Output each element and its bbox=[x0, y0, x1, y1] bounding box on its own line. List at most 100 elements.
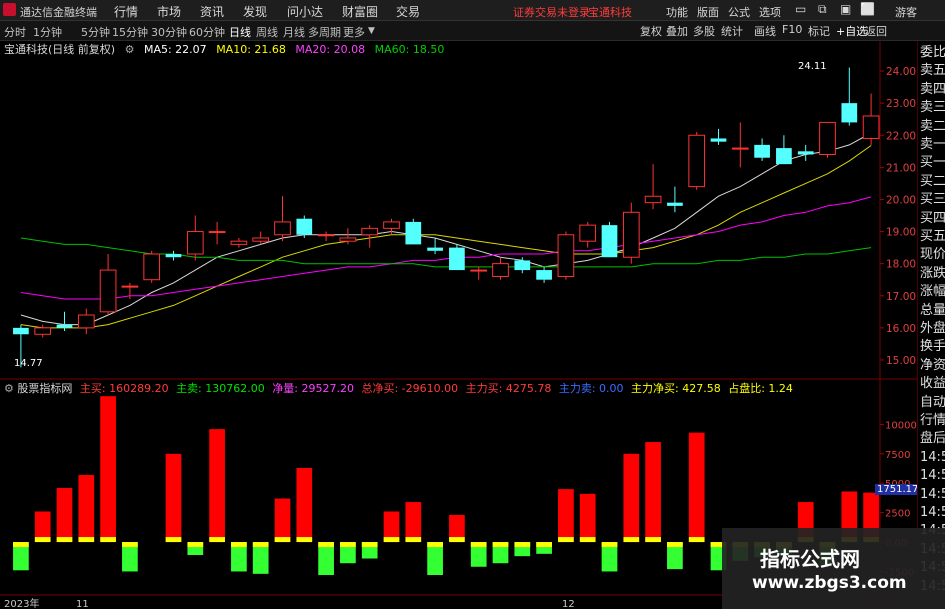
vol-bar-cap bbox=[427, 542, 443, 548]
tab-1min[interactable]: 1分钟 bbox=[33, 24, 62, 40]
side-panel-item[interactable]: 卖三 bbox=[920, 100, 945, 115]
menu-jiaoyi[interactable]: 交易 bbox=[396, 3, 420, 20]
ma-line-ma10 bbox=[20, 145, 872, 329]
indicator-header: ⚙ 股票指标网 主买: 160289.20 主卖: 130762.00 净量: … bbox=[0, 380, 900, 395]
draw-button[interactable]: 画线 bbox=[752, 23, 778, 39]
vol-bar-cap bbox=[187, 542, 204, 548]
side-panel-item[interactable]: 买五 bbox=[920, 229, 945, 244]
menu-gongneng[interactable]: 功能 bbox=[666, 4, 688, 20]
menu-wenxiaoda[interactable]: 问小达 bbox=[287, 3, 323, 20]
vol-bar-up bbox=[78, 475, 95, 543]
menu-xuanxiang[interactable]: 选项 bbox=[759, 4, 781, 20]
expand-icon[interactable]: ⬜ bbox=[860, 2, 875, 16]
side-panel-item[interactable]: 卖五 bbox=[920, 63, 945, 78]
indicator-name: 股票指标网 bbox=[17, 382, 73, 395]
side-panel-item[interactable]: 买四 bbox=[920, 211, 945, 226]
menu-banmian[interactable]: 版面 bbox=[697, 4, 719, 20]
side-panel-item[interactable]: 涨幅 bbox=[920, 284, 945, 299]
side-panel-item[interactable]: 净资 bbox=[920, 358, 945, 373]
tab-fenshi[interactable]: 分时 bbox=[4, 24, 26, 40]
mark-button[interactable]: 标记 bbox=[806, 23, 832, 39]
side-panel-item[interactable]: 14:50 bbox=[920, 450, 945, 465]
price-tick-label: 16.00 bbox=[886, 323, 916, 335]
menu-shichang[interactable]: 市场 bbox=[157, 3, 181, 20]
side-panel-item[interactable]: 卖二 bbox=[920, 119, 945, 134]
candle-body-up bbox=[383, 221, 400, 229]
tab-monthly[interactable]: 月线 bbox=[283, 24, 305, 40]
vol-bar-up bbox=[579, 493, 596, 543]
candle-body-up bbox=[579, 224, 597, 242]
main-force-net: 主力净买: 427.58 bbox=[631, 382, 721, 395]
vol-bar-up bbox=[100, 396, 116, 543]
vol-bar-cap bbox=[536, 542, 552, 548]
price-tick-label: 22.00 bbox=[886, 130, 916, 142]
candle-body-down bbox=[536, 270, 552, 280]
side-panel-item[interactable]: 委比 bbox=[920, 45, 945, 60]
menu-guest[interactable]: 游客 bbox=[895, 4, 917, 20]
vol-bar-cap bbox=[78, 537, 95, 543]
tab-5min[interactable]: 5分钟 bbox=[81, 24, 110, 40]
back-button[interactable]: 返回 bbox=[863, 23, 889, 39]
menu-zixun[interactable]: 资讯 bbox=[200, 3, 224, 20]
side-panel-item[interactable]: 外盘 bbox=[920, 321, 945, 336]
kline-chart[interactable]: 24.00 23.00 22.00 21.00 20.00 19.00 18.00 17.00… bbox=[0, 41, 917, 609]
tab-more[interactable]: 更多 bbox=[343, 24, 365, 40]
tab-daily[interactable]: 日线 bbox=[229, 24, 251, 40]
login-notice[interactable]: 证券交易未登录 bbox=[513, 4, 590, 20]
candle-body-up bbox=[470, 269, 488, 272]
restore-icon[interactable]: ⧉ bbox=[818, 2, 827, 17]
side-panel-item[interactable]: 买二 bbox=[920, 174, 945, 189]
side-panel-item[interactable]: 行情 bbox=[920, 413, 945, 428]
side-panel-item[interactable]: 14:50 bbox=[920, 468, 945, 483]
minimize-icon[interactable]: ▭ bbox=[795, 2, 806, 16]
candle-body-down bbox=[710, 138, 727, 142]
tab-15min[interactable]: 15分钟 bbox=[112, 24, 148, 40]
vol-current-label: 1751.17 bbox=[875, 484, 921, 495]
side-panel-item[interactable]: 买三 bbox=[920, 192, 945, 207]
candle-body-up bbox=[143, 253, 161, 281]
tab-multi-period[interactable]: 多周期 bbox=[308, 24, 341, 40]
f10-button[interactable]: F10 bbox=[780, 23, 804, 36]
window-icon[interactable]: ▣ bbox=[840, 2, 851, 16]
side-panel-item[interactable]: 盘后 bbox=[920, 431, 945, 446]
vol-bar-cap bbox=[318, 542, 334, 548]
diejia-button[interactable]: 叠加 bbox=[664, 23, 690, 39]
side-panel-item[interactable]: 换手 bbox=[920, 339, 945, 354]
vol-bar-up bbox=[558, 489, 574, 543]
vol-bar-cap bbox=[165, 537, 182, 543]
ma-line-ma20 bbox=[20, 196, 872, 300]
menu-faxian[interactable]: 发现 bbox=[243, 3, 267, 20]
candle-body-up bbox=[731, 147, 749, 150]
candle-body-up bbox=[317, 234, 335, 237]
candle-body-up bbox=[339, 237, 357, 242]
quote-side-panel: 委比卖五卖四卖三卖二卖一买一买二买三买四买五现价涨跌涨幅总量外盘换手净资收益自动… bbox=[917, 41, 945, 609]
vol-bar-cap bbox=[383, 537, 400, 543]
side-panel-item[interactable]: 14:5 bbox=[920, 505, 945, 520]
candle-body-up bbox=[644, 195, 662, 204]
menu-caifuquan[interactable]: 财富圈 bbox=[342, 3, 378, 20]
duogu-button[interactable]: 多股 bbox=[691, 23, 717, 39]
side-panel-item[interactable]: 卖一 bbox=[920, 137, 945, 152]
side-panel-item[interactable]: 14:50 bbox=[920, 487, 945, 502]
menu-hangqing[interactable]: 行情 bbox=[114, 3, 138, 20]
tab-weekly[interactable]: 周线 bbox=[256, 24, 278, 40]
tab-30min[interactable]: 30分钟 bbox=[151, 24, 187, 40]
side-panel-item[interactable]: 卖四 bbox=[920, 82, 945, 97]
gear-icon[interactable]: ⚙ bbox=[4, 382, 14, 395]
menu-gongshi[interactable]: 公式 bbox=[728, 4, 750, 20]
vol-bar-cap bbox=[558, 537, 574, 543]
side-panel-item[interactable]: 涨跌 bbox=[920, 266, 945, 281]
tab-60min[interactable]: 60分钟 bbox=[189, 24, 225, 40]
app-title: 通达信金融终端 bbox=[20, 6, 97, 19]
side-panel-item[interactable]: 现价 bbox=[920, 247, 945, 262]
fuquan-button[interactable]: 复权 bbox=[638, 23, 664, 39]
chevron-down-icon[interactable]: ▼ bbox=[368, 26, 375, 36]
tongji-button[interactable]: 统计 bbox=[719, 23, 745, 39]
side-panel-item[interactable]: 总量 bbox=[920, 303, 945, 318]
side-panel-item[interactable]: 自动 bbox=[920, 395, 945, 410]
side-panel-item[interactable]: 买一 bbox=[920, 155, 945, 170]
vol-bar-cap bbox=[340, 542, 356, 548]
vol-bar-cap bbox=[667, 542, 683, 548]
high-price-label: 24.11 bbox=[798, 61, 827, 72]
side-panel-item[interactable]: 收益 bbox=[920, 376, 945, 391]
